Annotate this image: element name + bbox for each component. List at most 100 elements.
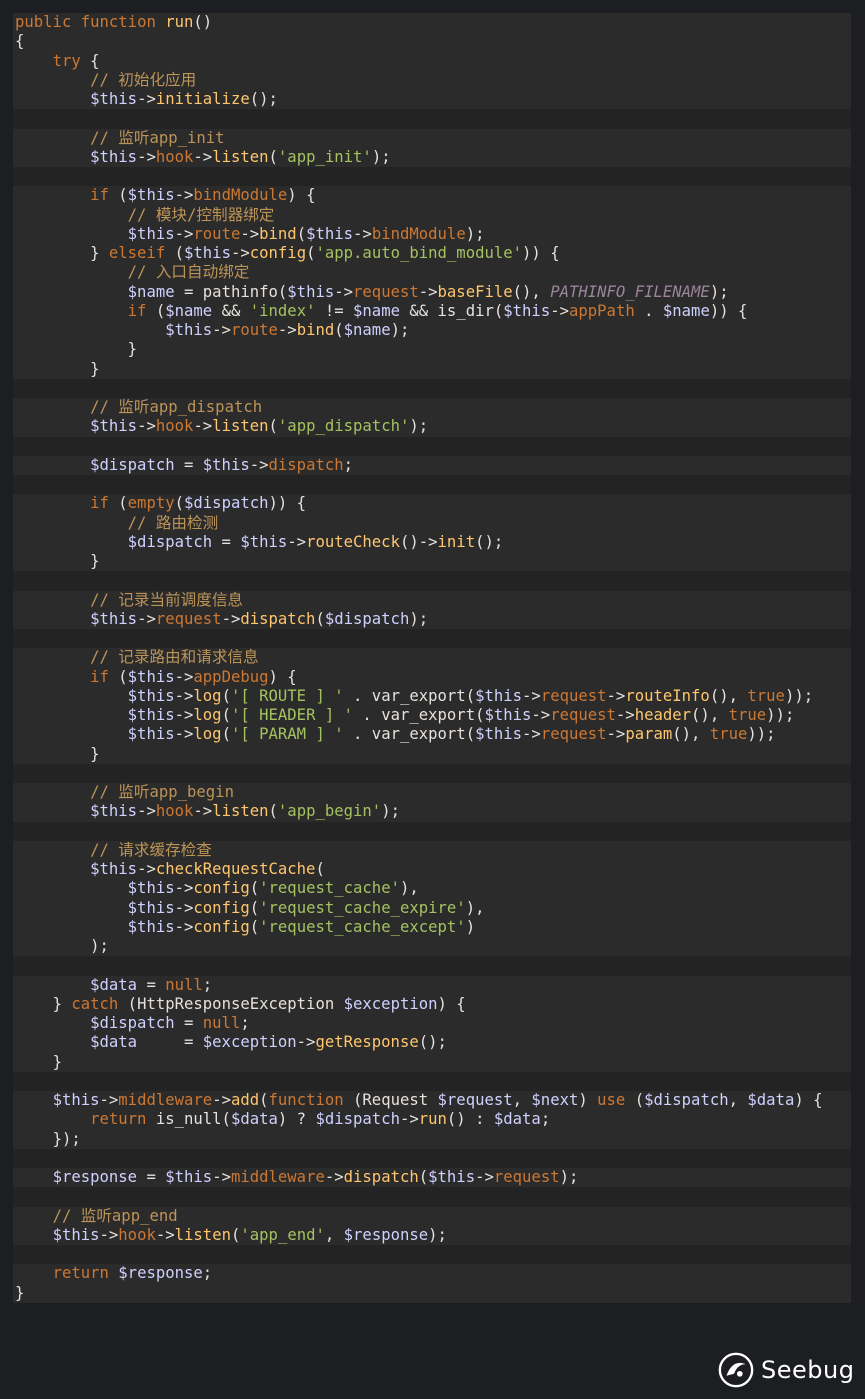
- code-token: ->: [550, 301, 569, 320]
- code-token: )) {: [709, 301, 748, 320]
- code-token: empty: [127, 494, 175, 513]
- code-token: $name: [343, 321, 391, 339]
- code-line: [13, 475, 851, 495]
- code-token: $data: [230, 1110, 278, 1129]
- code-token: ));: [747, 725, 776, 744]
- code-token: );: [409, 609, 429, 628]
- code-token: (): [193, 13, 213, 31]
- code-token: {: [15, 32, 25, 51]
- code-token: (HttpResponseException: [118, 994, 344, 1013]
- code-token: )) {: [522, 244, 560, 262]
- code-token: $name: [165, 301, 213, 320]
- code-token: add: [230, 1091, 260, 1109]
- code-token: routeCheck: [306, 532, 400, 551]
- code-token: ): [465, 917, 476, 936]
- code-token: // 监听app_end: [52, 1206, 178, 1225]
- code-token: $dispatch: [90, 1014, 175, 1032]
- code-token: log: [193, 686, 222, 705]
- code-line: [13, 1245, 851, 1265]
- code-token: (: [249, 917, 260, 936]
- code-token: true: [728, 706, 767, 724]
- code-token: $this: [90, 417, 138, 436]
- code-token: (: [230, 1225, 241, 1244]
- code-token: ,: [324, 1225, 344, 1244]
- code-token: $this: [165, 321, 213, 339]
- code-token: ();: [249, 90, 278, 108]
- code-token: (: [259, 1091, 269, 1109]
- code-token: request: [353, 282, 419, 301]
- code-token: true: [747, 686, 785, 705]
- code-line: [13, 821, 851, 841]
- code-token: !=: [315, 301, 354, 320]
- code-token: bind: [296, 321, 335, 339]
- code-token: $this: [484, 706, 532, 724]
- code-token: ->: [531, 706, 551, 724]
- code-token: (: [221, 686, 231, 705]
- code-token: baseFile: [437, 282, 513, 301]
- code-token: (: [108, 186, 128, 205]
- code-line: $this->config('request_cache'),: [13, 879, 851, 898]
- code-token: listen: [212, 417, 269, 436]
- code-token: $this: [503, 301, 551, 320]
- code-token: $this: [127, 917, 175, 936]
- code-token: $name: [662, 301, 710, 320]
- code-token: ));: [784, 686, 814, 705]
- code-token: appPath: [569, 301, 635, 320]
- code-token: ;: [202, 1264, 213, 1283]
- code-token: (: [165, 244, 185, 262]
- code-line: }: [13, 552, 851, 571]
- code-token: $response: [52, 1168, 138, 1186]
- code-token: && is_dir(: [399, 301, 504, 320]
- code-token: (: [296, 224, 307, 243]
- code-line: $this->initialize();: [13, 90, 851, 109]
- code-token: = pathinfo(: [174, 282, 288, 301]
- code-token: ->: [137, 90, 156, 108]
- code-token: ->: [212, 1091, 231, 1109]
- code-token: request: [540, 725, 607, 744]
- code-token: bind: [259, 224, 297, 243]
- code-token: (: [268, 147, 278, 166]
- code-token: // 入口自动绑定: [127, 263, 250, 282]
- code-token: }: [90, 552, 100, 570]
- code-line: $response = $this->middleware->dispatch(…: [13, 1168, 851, 1187]
- seebug-logo-text: Seebug: [761, 1356, 855, 1384]
- code-token: (: [625, 1091, 645, 1109]
- code-line: $this->hook->listen('app_end', $response…: [13, 1226, 851, 1245]
- code-token: config: [249, 244, 307, 262]
- code-token: $this: [127, 186, 175, 205]
- code-line: $data = $exception->getResponse();: [13, 1033, 851, 1052]
- code-line: $dispatch = $this->dispatch;: [13, 456, 851, 475]
- code-line: $dispatch = $this->routeCheck()->init();: [13, 533, 851, 552]
- code-token: 'app_dispatch': [277, 417, 410, 436]
- code-token: config: [193, 917, 250, 936]
- code-token: listen: [212, 802, 269, 821]
- code-token: $this: [127, 706, 175, 724]
- code-line: }: [13, 745, 851, 764]
- code-token: ->: [174, 917, 194, 936]
- code-token: (),: [672, 725, 710, 744]
- code-line: public function run(): [13, 13, 851, 32]
- code-line: $this->config('request_cache_except'): [13, 918, 851, 937]
- code-token: (: [249, 898, 260, 917]
- code-token: ->: [137, 609, 156, 628]
- code-token: ->: [221, 609, 241, 628]
- code-token: $this: [475, 686, 523, 705]
- code-token: bindModule: [371, 224, 466, 243]
- code-token: ->: [137, 802, 156, 821]
- code-token: $dispatch: [324, 609, 410, 628]
